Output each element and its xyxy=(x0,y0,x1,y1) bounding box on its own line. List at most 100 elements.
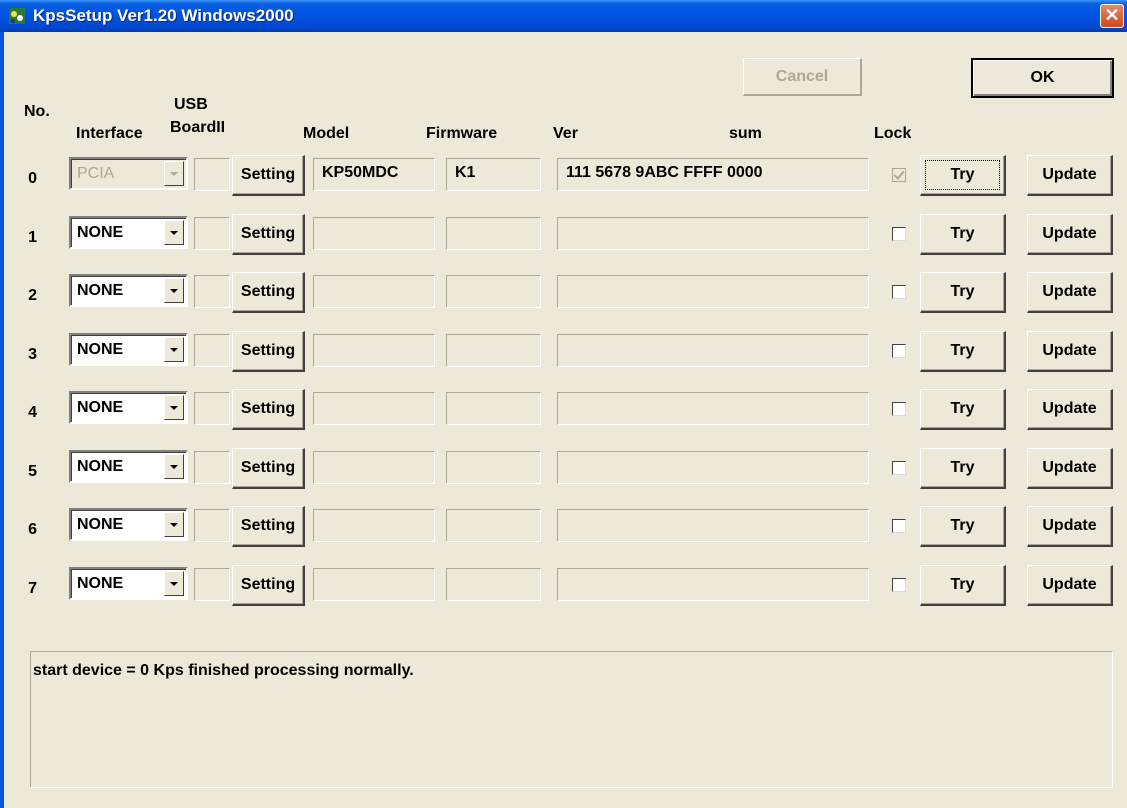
setting-label: Setting xyxy=(240,459,296,476)
row-number: 1 xyxy=(28,229,37,246)
status-message: start device = 0 Kps finished processing… xyxy=(33,662,414,679)
interface-value: NONE xyxy=(77,282,124,299)
close-button[interactable]: ✕ xyxy=(1100,4,1124,28)
setting-button[interactable]: Setting xyxy=(232,272,305,313)
model-field xyxy=(313,509,435,542)
setting-label: Setting xyxy=(240,342,296,359)
update-button[interactable]: Update xyxy=(1027,214,1113,255)
lock-checkbox[interactable] xyxy=(892,519,906,533)
setting-button[interactable]: Setting xyxy=(232,506,305,547)
try-button[interactable]: Try xyxy=(920,565,1006,606)
header-interface: Interface xyxy=(76,125,143,142)
interface-select[interactable]: NONE xyxy=(69,216,188,249)
interface-select[interactable]: NONE xyxy=(69,450,188,483)
interface-select[interactable]: NONE xyxy=(69,391,188,424)
interface-select[interactable]: NONE xyxy=(69,333,188,366)
ok-button[interactable]: OK xyxy=(971,58,1114,98)
row-number: 6 xyxy=(28,521,37,538)
try-button[interactable]: Try xyxy=(920,272,1006,313)
usb-board-field xyxy=(194,392,230,425)
update-label: Update xyxy=(1042,166,1097,183)
try-button[interactable]: Try xyxy=(920,155,1006,196)
usb-board-field xyxy=(194,509,230,542)
try-button[interactable]: Try xyxy=(920,389,1006,430)
try-label: Try xyxy=(950,517,975,534)
ver-sum-field xyxy=(557,334,869,367)
ver-sum-field xyxy=(557,568,869,601)
chevron-down-icon[interactable] xyxy=(164,454,184,479)
usb-board-field xyxy=(194,275,230,308)
try-button[interactable]: Try xyxy=(920,214,1006,255)
try-label: Try xyxy=(950,459,975,476)
update-button[interactable]: Update xyxy=(1027,389,1113,430)
try-button[interactable]: Try xyxy=(920,448,1006,489)
row-number: 3 xyxy=(28,346,37,363)
usb-board-field xyxy=(194,451,230,484)
model-field xyxy=(313,217,435,250)
interface-value: NONE xyxy=(77,575,124,592)
chevron-down-icon[interactable] xyxy=(164,161,184,186)
chevron-down-icon[interactable] xyxy=(164,395,184,420)
row-number: 0 xyxy=(28,170,37,187)
chevron-down-icon[interactable] xyxy=(164,337,184,362)
ver-sum-field xyxy=(557,275,869,308)
try-button[interactable]: Try xyxy=(920,331,1006,372)
update-label: Update xyxy=(1042,459,1097,476)
header-boardii: BoardII xyxy=(170,119,226,136)
chevron-down-icon[interactable] xyxy=(164,571,184,596)
chevron-down-icon[interactable] xyxy=(164,512,184,537)
firmware-field xyxy=(446,334,541,367)
setting-button[interactable]: Setting xyxy=(232,565,305,606)
setting-label: Setting xyxy=(240,166,296,183)
setting-button[interactable]: Setting xyxy=(232,155,305,196)
title-bar: KpsSetup Ver1.20 Windows2000 ✕ xyxy=(0,0,1127,32)
setting-label: Setting xyxy=(240,283,296,300)
lock-checkbox[interactable] xyxy=(892,285,906,299)
setting-button[interactable]: Setting xyxy=(232,214,305,255)
model-field xyxy=(313,275,435,308)
update-label: Update xyxy=(1042,576,1097,593)
update-button[interactable]: Update xyxy=(1027,448,1113,489)
lock-checkbox[interactable] xyxy=(892,168,906,182)
interface-select[interactable]: NONE xyxy=(69,567,188,600)
firmware-field: K1 xyxy=(446,158,541,191)
lock-checkbox[interactable] xyxy=(892,227,906,241)
try-button[interactable]: Try xyxy=(920,506,1006,547)
close-icon: ✕ xyxy=(1104,5,1120,25)
update-button[interactable]: Update xyxy=(1027,565,1113,606)
firmware-field xyxy=(446,392,541,425)
setting-label: Setting xyxy=(240,225,296,242)
header-lock: Lock xyxy=(874,125,912,142)
cancel-button[interactable]: Cancel xyxy=(743,58,862,96)
lock-checkbox[interactable] xyxy=(892,461,906,475)
row-number: 2 xyxy=(28,287,37,304)
update-button[interactable]: Update xyxy=(1027,272,1113,313)
chevron-down-icon[interactable] xyxy=(164,278,184,303)
interface-select[interactable]: PCIA xyxy=(69,157,188,190)
interface-value: NONE xyxy=(77,516,124,533)
try-label: Try xyxy=(950,342,975,359)
lock-checkbox[interactable] xyxy=(892,344,906,358)
setting-button[interactable]: Setting xyxy=(232,389,305,430)
update-label: Update xyxy=(1042,225,1097,242)
app-icon xyxy=(9,8,25,24)
interface-select[interactable]: NONE xyxy=(69,274,188,307)
update-button[interactable]: Update xyxy=(1027,506,1113,547)
try-label: Try xyxy=(950,400,975,417)
header-no: No. xyxy=(24,103,50,120)
update-button[interactable]: Update xyxy=(1027,155,1113,196)
firmware-field xyxy=(446,568,541,601)
setting-button[interactable]: Setting xyxy=(232,448,305,489)
header-model: Model xyxy=(303,125,350,142)
model-field xyxy=(313,392,435,425)
status-box: start device = 0 Kps finished processing… xyxy=(30,651,1113,788)
setting-button[interactable]: Setting xyxy=(232,331,305,372)
model-field xyxy=(313,334,435,367)
lock-checkbox[interactable] xyxy=(892,578,906,592)
usb-board-field xyxy=(194,334,230,367)
lock-checkbox[interactable] xyxy=(892,402,906,416)
chevron-down-icon[interactable] xyxy=(164,220,184,245)
interface-select[interactable]: NONE xyxy=(69,508,188,541)
update-button[interactable]: Update xyxy=(1027,331,1113,372)
ver-sum-field xyxy=(557,509,869,542)
